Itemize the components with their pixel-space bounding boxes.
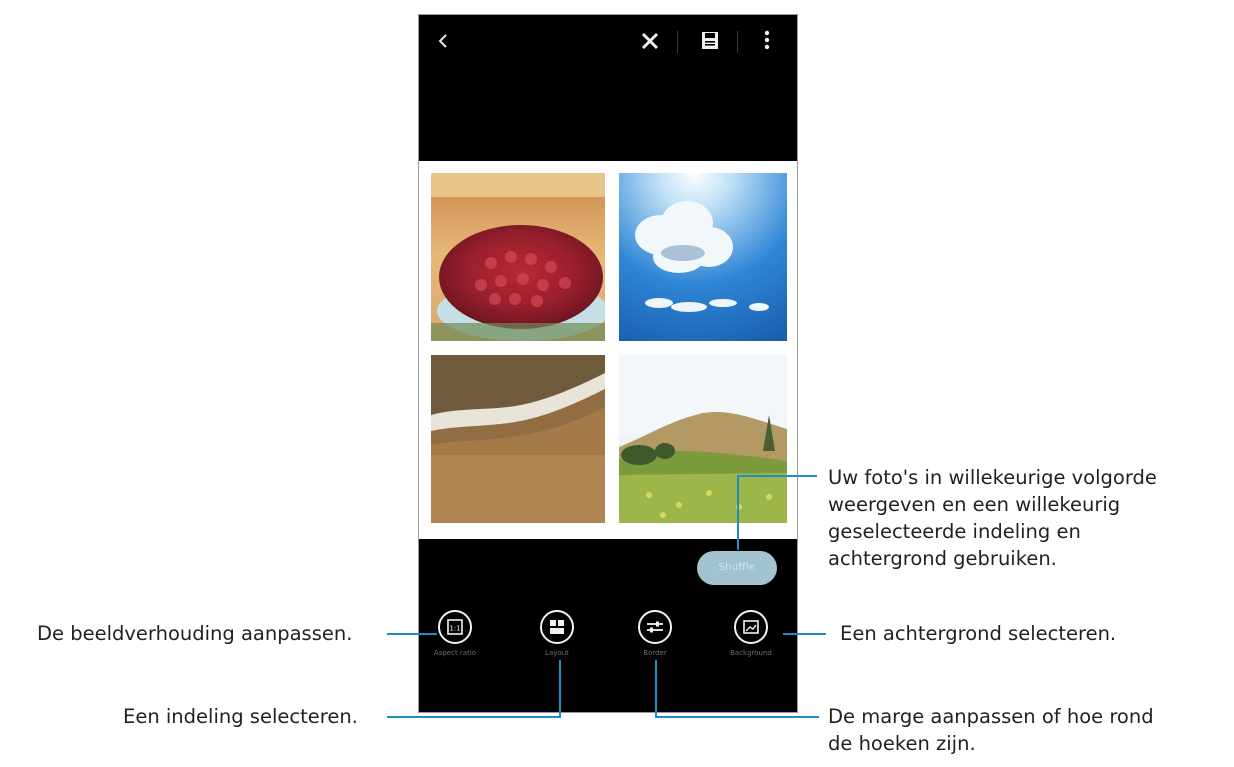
layout-icon — [540, 610, 574, 644]
shuffle-callout-line — [737, 475, 817, 477]
background-label: Background — [730, 649, 772, 657]
phone-screen: Shuffle 1:1 Aspect ratio Layout Border B… — [418, 14, 798, 713]
aspect-ratio-callout-line — [387, 633, 437, 635]
toolbar-divider — [677, 31, 678, 53]
shuffle-callout: Uw foto's in willekeurige volgorde weerg… — [828, 464, 1157, 572]
close-icon — [641, 32, 659, 50]
aspect-ratio-label: Aspect ratio — [433, 649, 477, 657]
shuffle-callout-line-4: achtergrond gebruiken. — [828, 547, 1057, 570]
border-callout-line — [655, 716, 819, 718]
top-bar — [419, 15, 797, 67]
aspect-ratio-icon: 1:1 — [438, 610, 472, 644]
background-callout: Een achtergrond selecteren. — [840, 622, 1117, 645]
more-options-button[interactable] — [755, 25, 779, 55]
border-callout-line — [655, 660, 657, 718]
layout-callout-line — [559, 660, 561, 718]
save-icon — [702, 32, 718, 49]
border-icon — [638, 610, 672, 644]
border-callout-line-1: De marge aanpassen of hoe rond — [828, 705, 1154, 728]
background-callout-line — [783, 633, 826, 635]
layout-label: Layout — [545, 649, 569, 657]
close-button[interactable] — [635, 25, 665, 55]
layout-button[interactable]: Layout — [529, 610, 585, 657]
beach-sand-photo[interactable] — [431, 355, 605, 523]
layout-callout: Een indeling selecteren. — [123, 705, 358, 728]
shuffle-callout-line-3: geselecteerde indeling en — [828, 520, 1081, 543]
layout-callout-line — [387, 716, 561, 718]
shuffle-callout-line-1: Uw foto's in willekeurige volgorde — [828, 466, 1157, 489]
back-button[interactable] — [431, 27, 455, 55]
border-callout-line-2: de hoeken zijn. — [828, 732, 976, 755]
shuffle-callout-line — [737, 475, 739, 550]
border-label: Border — [643, 649, 667, 657]
collage-canvas — [419, 161, 797, 539]
border-callout: De marge aanpassen of hoe rond de hoeken… — [828, 703, 1154, 757]
chevron-left-icon — [438, 34, 447, 48]
sky-cloud-photo[interactable] — [619, 173, 787, 341]
hill-landscape-photo[interactable] — [619, 355, 787, 523]
svg-text:1:1: 1:1 — [449, 625, 460, 633]
toolbar-divider — [737, 31, 738, 53]
aspect-ratio-callout: De beeldverhouding aanpassen. — [37, 622, 353, 645]
background-icon — [734, 610, 768, 644]
cake-photo[interactable] — [431, 173, 605, 341]
more-vertical-icon — [764, 30, 770, 50]
shuffle-callout-line-2: weergeven en een willekeurig — [828, 493, 1121, 516]
background-button[interactable]: Background — [723, 610, 779, 657]
shuffle-button[interactable]: Shuffle — [697, 551, 777, 585]
save-button[interactable] — [695, 25, 725, 55]
border-button[interactable]: Border — [627, 610, 683, 657]
